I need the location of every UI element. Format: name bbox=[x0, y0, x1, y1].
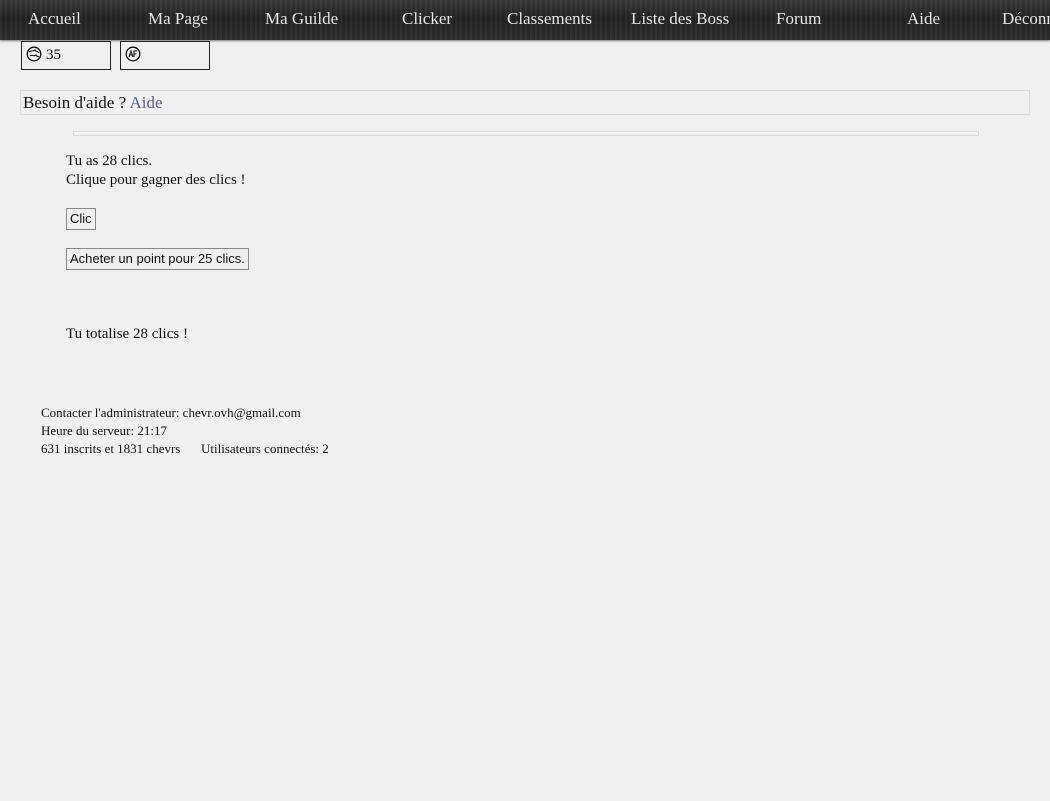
footer-contact: Contacter l'administrateur: chevr.ovh@gm… bbox=[41, 405, 301, 420]
nav-item-forum[interactable]: Forum bbox=[776, 0, 821, 38]
nav-item-deconnexion[interactable]: Déconnexion bbox=[1002, 0, 1050, 38]
stat-box-secondary bbox=[120, 41, 210, 70]
help-link[interactable]: Aide bbox=[129, 93, 162, 112]
nav-item-classements[interactable]: Classements bbox=[507, 0, 592, 38]
clicks-count-text: Tu as 28 clics. bbox=[66, 153, 153, 169]
nav-item-liste-des-boss[interactable]: Liste des Boss bbox=[631, 0, 729, 38]
emblem-icon bbox=[125, 46, 141, 62]
nav-item-aide[interactable]: Aide bbox=[907, 0, 940, 38]
footer-online-users: Utilisateurs connectés: 2 bbox=[201, 441, 329, 456]
help-bar: Besoin d'aide ? Aide bbox=[20, 90, 1030, 115]
nav-item-clicker[interactable]: Clicker bbox=[402, 0, 452, 38]
content-separator bbox=[73, 131, 979, 136]
buy-point-button[interactable]: Acheter un point pour 25 clics. bbox=[66, 248, 249, 270]
nav-item-accueil[interactable]: Accueil bbox=[28, 0, 81, 38]
click-instruction-text: Clique pour gagner des clics ! bbox=[66, 172, 246, 188]
stat-box-points: 35 bbox=[21, 41, 111, 70]
footer-server-time: Heure du serveur: 21:17 bbox=[41, 423, 167, 438]
footer-members: 631 inscrits et 1831 chevrs bbox=[41, 441, 181, 456]
nav-item-ma-page[interactable]: Ma Page bbox=[148, 0, 208, 38]
click-button[interactable]: Clic bbox=[66, 208, 96, 230]
nav-item-ma-guilde[interactable]: Ma Guilde bbox=[265, 0, 338, 38]
help-prefix: Besoin d'aide ? bbox=[23, 93, 130, 112]
stat-value-points: 35 bbox=[46, 47, 61, 63]
globe-icon bbox=[26, 46, 42, 62]
top-navigation-bar: Accueil Ma Page Ma Guilde Clicker Classe… bbox=[0, 0, 1050, 40]
total-clicks-text: Tu totalise 28 clics ! bbox=[66, 326, 188, 342]
